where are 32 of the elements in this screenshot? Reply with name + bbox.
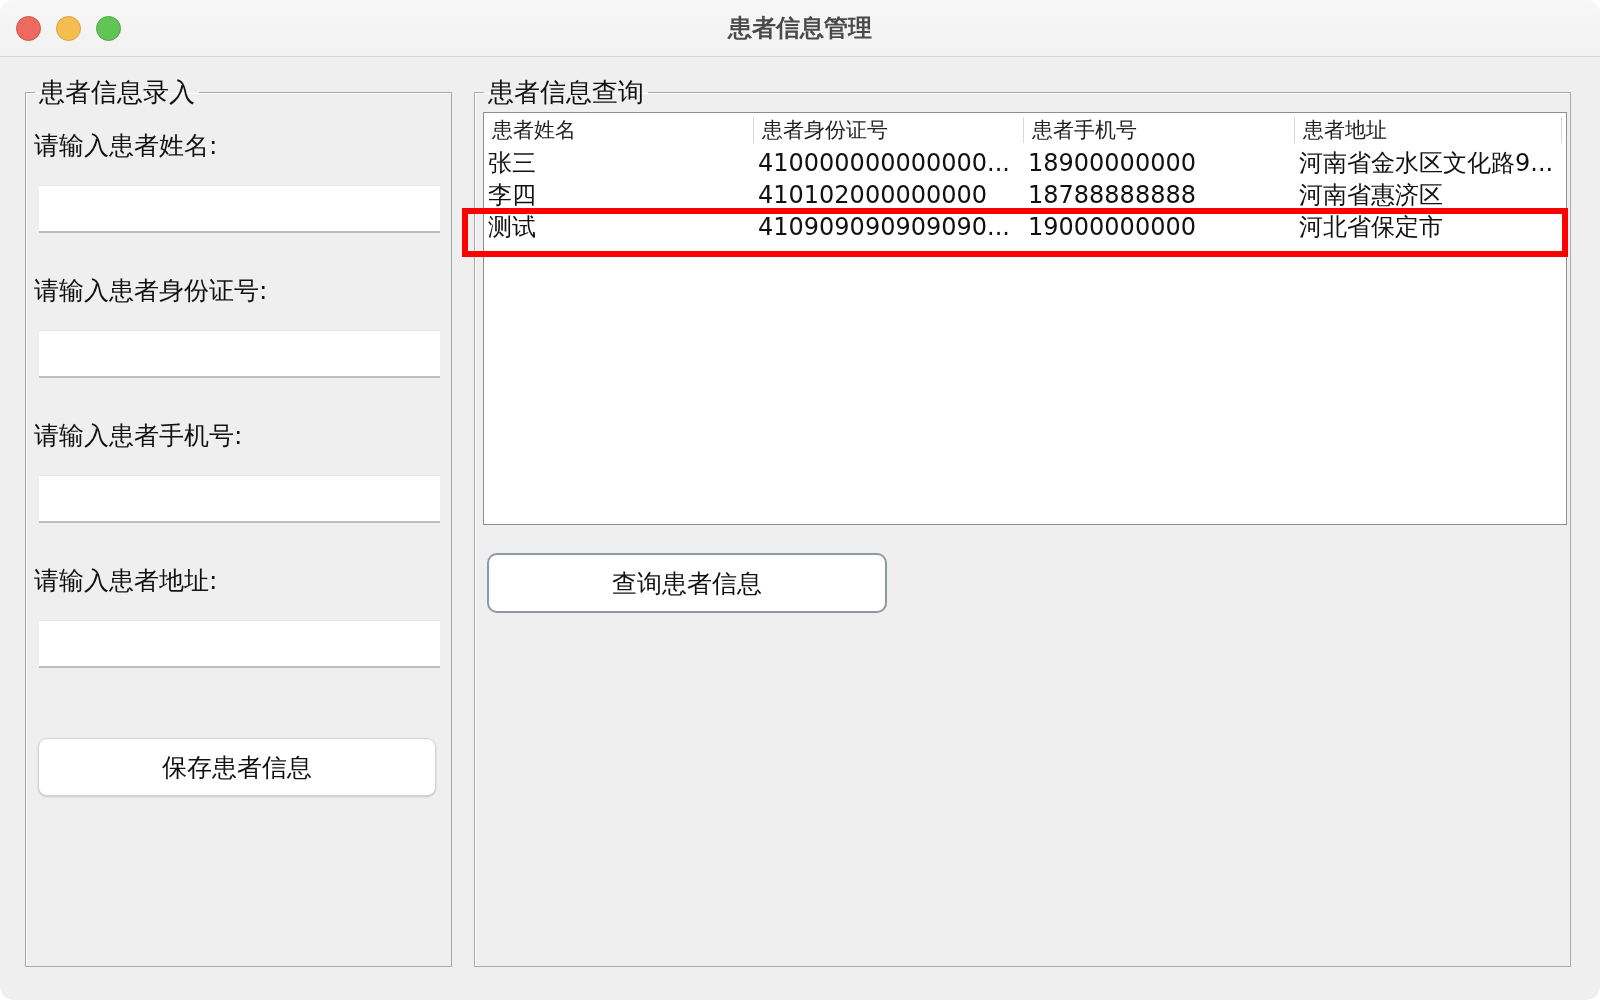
table-cell-text: 18900000000 xyxy=(1027,148,1196,178)
query-button[interactable]: 查询患者信息 xyxy=(487,553,887,613)
table-cell-text: 河南省金水区文化路9... xyxy=(1298,148,1554,178)
field-label: 请输入患者手机号: xyxy=(34,421,243,451)
table-cell-text: 河南省惠济区 xyxy=(1298,180,1443,210)
table-cell-text: 19000000000 xyxy=(1027,212,1196,242)
panel-title: 患者信息查询 xyxy=(487,78,645,106)
column-header[interactable]: 患者身份证号 xyxy=(754,117,1024,143)
column-header[interactable]: 患者手机号 xyxy=(1024,117,1295,143)
window-title: 患者信息管理 xyxy=(728,13,872,43)
table-cell-text: 18788888888 xyxy=(1027,180,1196,210)
input-field[interactable] xyxy=(39,475,440,523)
table-cell-text: 张三 xyxy=(487,148,536,178)
input-field[interactable] xyxy=(39,330,440,378)
field-label: 请输入患者姓名: xyxy=(34,131,218,161)
table-cell-text: 410000000000000... xyxy=(757,148,1010,178)
minimize-icon[interactable] xyxy=(56,15,81,41)
zoom-icon[interactable] xyxy=(96,15,121,41)
table-cell-text: 李四 xyxy=(487,180,536,210)
table-cell-text: 410102000000000 xyxy=(757,180,988,210)
column-header[interactable]: 患者姓名 xyxy=(484,117,754,143)
table-cell-text: 测试 xyxy=(487,212,536,242)
column-header[interactable]: 患者地址 xyxy=(1295,117,1562,143)
field-label: 请输入患者身份证号: xyxy=(34,276,268,306)
table-cell-text: 河北省保定市 xyxy=(1298,212,1443,242)
close-icon[interactable] xyxy=(16,15,41,41)
save-button[interactable]: 保存患者信息 xyxy=(38,738,436,796)
panel-title: 患者信息录入 xyxy=(38,78,196,106)
input-field[interactable] xyxy=(39,620,440,668)
field-label: 请输入患者地址: xyxy=(34,566,218,596)
table-cell-text: 410909090909090... xyxy=(757,212,1010,242)
input-field[interactable] xyxy=(39,185,440,233)
